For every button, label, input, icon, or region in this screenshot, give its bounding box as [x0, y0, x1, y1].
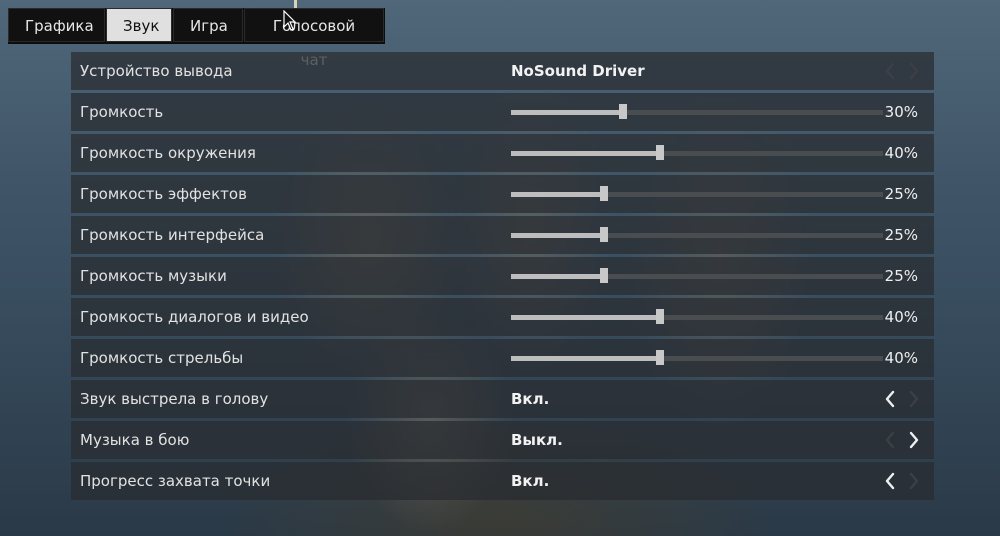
setting-value: Вкл. — [511, 472, 550, 490]
slider-value: 40% — [884, 308, 918, 326]
gunfire-volume-slider[interactable] — [511, 350, 883, 365]
setting-label: Громкость эффектов — [80, 185, 247, 203]
setting-label: Громкость музыки — [80, 267, 227, 285]
music-volume-slider[interactable] — [511, 268, 883, 283]
setting-row-gunfire-volume: Громкость стрельбы 40% — [71, 339, 934, 377]
setting-label: Громкость — [80, 103, 164, 121]
setting-row-ui-volume: Громкость интерфейса 25% — [71, 216, 934, 254]
volume-slider[interactable] — [511, 104, 883, 119]
chevron-right-icon[interactable] — [906, 61, 922, 81]
setting-row-headshot-sound: Звук выстрела в голову Вкл. — [71, 380, 934, 418]
setting-label: Устройство вывода — [80, 62, 233, 80]
option-arrows — [882, 389, 922, 409]
setting-label: Звук выстрела в голову — [80, 390, 269, 408]
slider-thumb[interactable] — [600, 186, 608, 201]
setting-row-effects-volume: Громкость эффектов 25% — [71, 175, 934, 213]
slider-value: 25% — [884, 267, 918, 285]
setting-row-combat-music: Музыка в бою Выкл. — [71, 421, 934, 459]
slider-value: 30% — [884, 103, 918, 121]
slider-thumb[interactable] — [600, 227, 608, 242]
chevron-left-icon[interactable] — [882, 389, 898, 409]
dialog-volume-slider[interactable] — [511, 309, 883, 324]
option-arrows — [882, 471, 922, 491]
chevron-left-icon[interactable] — [882, 61, 898, 81]
tab-sound[interactable]: Звук — [106, 8, 172, 42]
setting-row-output-device: Устройство вывода NoSound Driver — [71, 52, 934, 90]
ui-volume-slider[interactable] — [511, 227, 883, 242]
setting-label: Громкость диалогов и видео — [80, 308, 309, 326]
slider-thumb[interactable] — [655, 309, 664, 324]
slider-thumb[interactable] — [655, 145, 664, 160]
setting-row-volume: Громкость 30% — [71, 93, 934, 131]
slider-fill — [511, 151, 660, 156]
chevron-left-icon[interactable] — [882, 430, 898, 450]
slider-thumb[interactable] — [655, 350, 664, 365]
setting-label: Прогресс захвата точки — [80, 472, 271, 490]
sound-settings-panel: Устройство вывода NoSound Driver Громкость… — [71, 52, 934, 503]
slider-value: 25% — [884, 226, 918, 244]
chevron-right-icon[interactable] — [906, 430, 922, 450]
settings-tabs: Графика Звук Игра Голосовой чат — [8, 8, 385, 69]
tab-game[interactable]: Игра — [173, 8, 243, 42]
chevron-right-icon[interactable] — [906, 471, 922, 491]
tab-graphics[interactable]: Графика — [8, 8, 105, 42]
setting-label: Громкость стрельбы — [80, 349, 244, 367]
setting-label: Громкость интерфейса — [80, 226, 265, 244]
setting-label: Громкость окружения — [80, 144, 256, 162]
setting-label: Музыка в бою — [80, 431, 190, 449]
option-arrows — [882, 61, 922, 81]
setting-value: NoSound Driver — [511, 62, 645, 80]
chevron-right-icon[interactable] — [906, 389, 922, 409]
slider-fill — [511, 110, 623, 115]
setting-row-music-volume: Громкость музыки 25% — [71, 257, 934, 295]
mouse-cursor-icon — [283, 10, 297, 31]
ambient-volume-slider[interactable] — [511, 145, 883, 160]
slider-value: 40% — [884, 349, 918, 367]
slider-value: 40% — [884, 144, 918, 162]
slider-thumb[interactable] — [618, 104, 627, 119]
setting-value: Выкл. — [511, 431, 563, 449]
slider-fill — [511, 233, 604, 238]
slider-fill — [511, 192, 604, 197]
slider-fill — [511, 274, 604, 279]
slider-thumb[interactable] — [600, 268, 608, 283]
effects-volume-slider[interactable] — [511, 186, 883, 201]
slider-fill — [511, 315, 660, 320]
setting-value: Вкл. — [511, 390, 550, 408]
setting-row-dialog-volume: Громкость диалогов и видео 40% — [71, 298, 934, 336]
slider-fill — [511, 356, 660, 361]
tab-voice-chat[interactable]: Голосовой чат — [244, 8, 384, 69]
setting-row-ambient-volume: Громкость окружения 40% — [71, 134, 934, 172]
slider-value: 25% — [884, 185, 918, 203]
chevron-left-icon[interactable] — [882, 471, 898, 491]
setting-row-capture-progress: Прогресс захвата точки Вкл. — [71, 462, 934, 500]
option-arrows — [882, 430, 922, 450]
